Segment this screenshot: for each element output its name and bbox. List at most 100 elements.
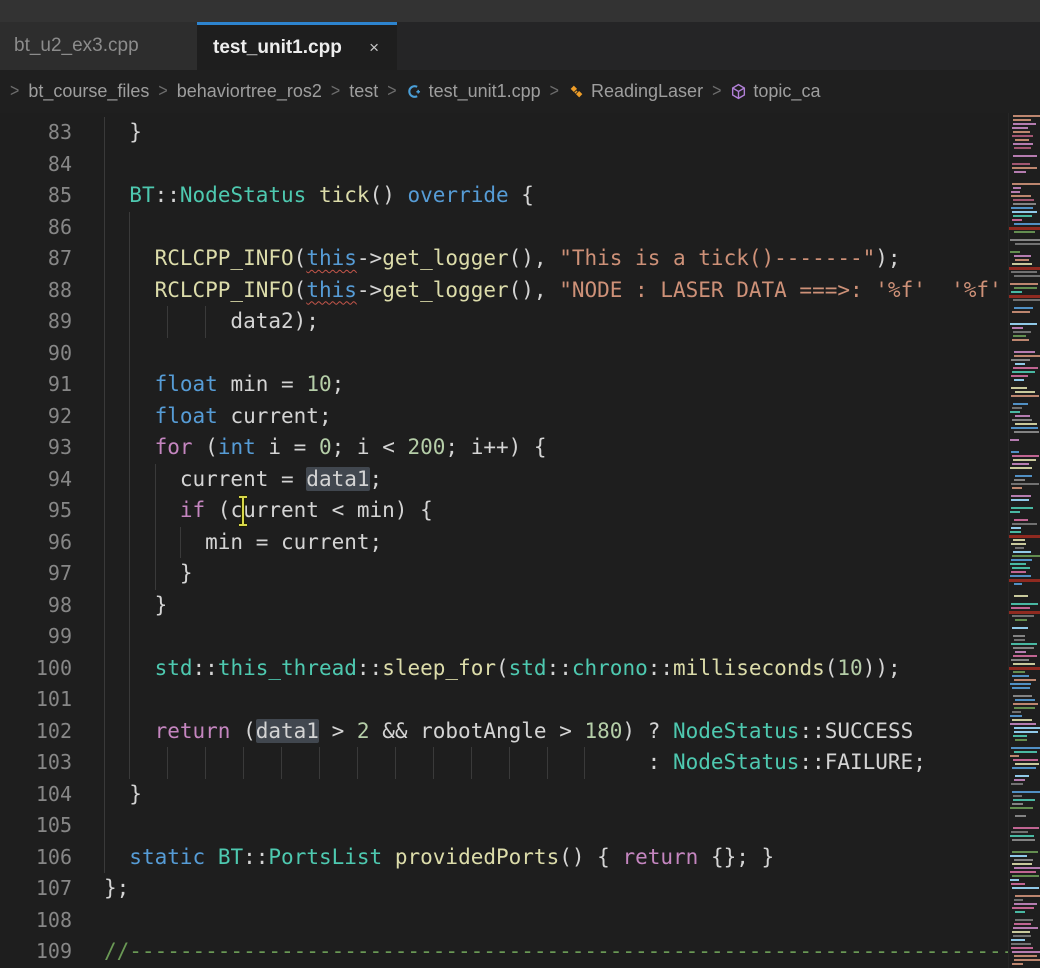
minimap-mark xyxy=(1012,687,1030,689)
minimap-mark xyxy=(1013,795,1022,797)
minimap-mark xyxy=(1013,671,1025,673)
code-token: sleep_for xyxy=(382,656,496,680)
minimap-mark xyxy=(1013,131,1030,133)
breadcrumb-item-topic[interactable]: topic_ca xyxy=(730,81,820,102)
code-token: PortsList xyxy=(268,845,382,869)
minimap-mark xyxy=(1012,627,1028,629)
indent-guide xyxy=(205,747,206,779)
line-number: 102 xyxy=(0,716,72,748)
code-token: if xyxy=(180,498,205,522)
line-number: 93 xyxy=(0,432,72,464)
breadcrumb-item-readinglaser[interactable]: ReadingLaser xyxy=(568,81,703,102)
code-line: 102 return (data1 > 2 && robotAngle > 18… xyxy=(0,716,1008,748)
indent-guide xyxy=(129,527,130,559)
minimap-mark xyxy=(1014,147,1030,149)
line-number: 96 xyxy=(0,527,72,559)
code-token: ; i++) { xyxy=(445,435,546,459)
code-token: chrono xyxy=(572,656,648,680)
indent-guide xyxy=(104,779,105,811)
code-line: 108 xyxy=(0,905,1008,937)
class-icon xyxy=(568,83,585,100)
minimap-mark xyxy=(1015,547,1024,549)
minimap-mark xyxy=(1013,799,1035,801)
code-token: (current < min) { xyxy=(205,498,433,522)
code-token: } xyxy=(104,120,142,144)
minimap-mark xyxy=(1014,955,1037,957)
line-number: 91 xyxy=(0,369,72,401)
indent-guide xyxy=(104,180,105,212)
code-line: 106 static BT::PortsList providedPorts()… xyxy=(0,842,1008,874)
code-token: ); xyxy=(875,246,900,270)
minimap-mark xyxy=(1010,835,1034,837)
code-token: min = xyxy=(218,372,307,396)
indent-guide xyxy=(104,432,105,464)
highlighted-word: data1 xyxy=(256,719,319,743)
indent-guide xyxy=(104,306,105,338)
code-token: get_logger xyxy=(382,278,508,302)
minimap-mark xyxy=(1013,123,1036,125)
indent-guide xyxy=(129,306,130,338)
minimap-mark xyxy=(1010,715,1021,717)
code-line: 104 } xyxy=(0,779,1008,811)
indent-guide xyxy=(104,495,105,527)
minimap-mark xyxy=(1015,259,1030,261)
minimap-mark xyxy=(1015,763,1039,765)
tab-label: bt_u2_ex3.cpp xyxy=(14,35,139,57)
breadcrumb-item-test-unit1[interactable]: test_unit1.cpp xyxy=(406,81,541,102)
code-token: 10 xyxy=(306,372,331,396)
code-token: RCLCPP_INFO xyxy=(155,246,294,270)
tab-bt-u2-ex3[interactable]: bt_u2_ex3.cpp xyxy=(0,22,197,70)
line-number: 90 xyxy=(0,338,72,370)
close-icon[interactable]: × xyxy=(367,38,381,58)
breadcrumb-item-bt-course-files[interactable]: bt_course_files xyxy=(28,81,149,102)
code-token: :: xyxy=(799,719,824,743)
code-line: 95 if (current < min) { xyxy=(0,495,1008,527)
minimap-mark xyxy=(1012,263,1032,265)
line-number: 89 xyxy=(0,306,72,338)
code-token: current = xyxy=(104,467,306,491)
code-token: BT xyxy=(218,845,243,869)
code-token: } xyxy=(104,782,142,806)
indent-guide xyxy=(319,747,320,779)
indent-guide xyxy=(104,527,105,559)
minimap-mark xyxy=(1015,651,1026,653)
minimap-mark xyxy=(1010,871,1036,873)
indent-guide xyxy=(104,149,105,181)
code-line: 93 for (int i = 0; i < 200; i++) { xyxy=(0,432,1008,464)
code-token: SUCCESS xyxy=(825,719,914,743)
minimap-mark xyxy=(1011,543,1026,545)
indent-guide xyxy=(104,842,105,874)
minimap-mark xyxy=(1012,163,1030,165)
code-token: BT xyxy=(129,183,154,207)
minimap-mark xyxy=(1010,283,1037,285)
minimap[interactable] xyxy=(1008,113,1040,968)
minimap-mark xyxy=(1011,747,1040,749)
breadcrumb-item-test[interactable]: test xyxy=(349,81,378,102)
minimap-mark xyxy=(1009,227,1040,230)
indent-guide xyxy=(104,117,105,149)
minimap-mark xyxy=(1014,171,1026,173)
minimap-mark xyxy=(1014,307,1032,309)
minimap-mark xyxy=(1012,555,1040,557)
tab-test-unit1[interactable]: test_unit1.cpp × xyxy=(197,22,397,70)
code-token: get_logger xyxy=(382,246,508,270)
indent-guide xyxy=(104,810,105,842)
code-token: 0 xyxy=(319,435,332,459)
code-token: "This is a tick()-------" xyxy=(559,246,875,270)
minimap-mark xyxy=(1011,427,1038,429)
code-editor[interactable]: 83 }8485 BT::NodeStatus tick() override … xyxy=(0,113,1008,968)
minimap-mark xyxy=(1011,191,1021,193)
minimap-mark xyxy=(1012,851,1038,853)
code-line: 88 RCLCPP_INFO(this->get_logger(), "NODE… xyxy=(0,275,1008,307)
breadcrumb-item-behaviortree-ros2[interactable]: behaviortree_ros2 xyxy=(177,81,322,102)
minimap-mark xyxy=(1013,367,1038,369)
code-line: 84 xyxy=(0,149,1008,181)
indent-guide xyxy=(129,590,130,622)
indent-guide xyxy=(129,495,130,527)
minimap-mark xyxy=(1012,127,1028,129)
minimap-mark xyxy=(1011,291,1022,293)
code-line: 103 : NodeStatus::FAILURE; xyxy=(0,747,1008,779)
indent-guide xyxy=(129,369,130,401)
indent-guide xyxy=(129,464,130,496)
indent-guide xyxy=(281,747,282,779)
